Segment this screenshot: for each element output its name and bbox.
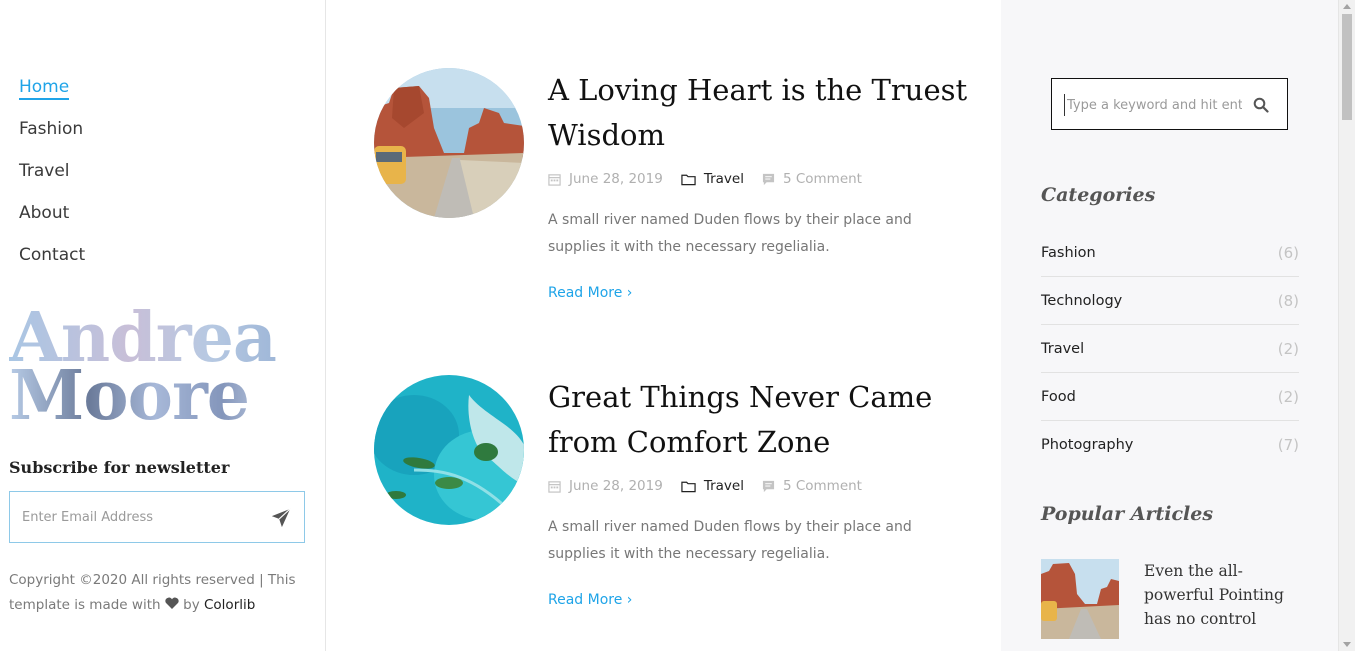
calendar-icon xyxy=(548,480,561,493)
scroll-up-arrow-icon[interactable] xyxy=(1343,4,1351,9)
post-body: Great Things Never Came from Comfort Zon… xyxy=(548,375,968,608)
main-nav: Home Fashion Travel About Contact xyxy=(19,74,85,284)
category-item[interactable]: Travel (2) xyxy=(1041,325,1299,373)
post-category-text: Travel xyxy=(703,478,744,494)
post-date-text: June 28, 2019 xyxy=(569,171,663,187)
comment-icon xyxy=(762,480,775,492)
nav-item-home[interactable]: Home xyxy=(19,74,85,116)
site-logo[interactable]: Andrea Moore xyxy=(9,304,277,430)
category-item[interactable]: Fashion (6) xyxy=(1041,229,1299,277)
category-name: Fashion xyxy=(1041,244,1096,261)
scroll-thumb[interactable] xyxy=(1342,14,1352,120)
scroll-down-arrow-icon[interactable] xyxy=(1343,642,1351,647)
comment-icon xyxy=(762,173,775,185)
nav-item-about[interactable]: About xyxy=(19,200,85,242)
post-date-text: June 28, 2019 xyxy=(569,478,663,494)
post-comments-text: 5 Comment xyxy=(782,478,862,494)
post-title[interactable]: A Loving Heart is the Truest Wisdom xyxy=(548,68,968,158)
category-count: (8) xyxy=(1277,291,1299,310)
category-count: (7) xyxy=(1277,436,1299,454)
search-icon[interactable] xyxy=(1253,97,1269,113)
post-image[interactable] xyxy=(374,375,524,525)
category-name: Travel xyxy=(1041,340,1085,357)
categories-list: Fashion (6) Technology (8) Travel (2) Food (… xyxy=(1041,229,1299,469)
category-count: (2) xyxy=(1277,339,1299,358)
copyright-by: by xyxy=(183,597,200,613)
post-date: June 28, 2019 xyxy=(548,171,663,187)
colorlib-link[interactable]: Colorlib xyxy=(204,597,255,613)
read-more-link[interactable]: Read More › xyxy=(548,285,632,301)
subscribe-title: Subscribe for newsletter xyxy=(9,458,230,477)
category-name: Technology xyxy=(1041,292,1123,309)
category-count: (6) xyxy=(1277,243,1299,262)
chevron-right-icon: › xyxy=(626,285,633,301)
search-input[interactable] xyxy=(1064,94,1242,116)
category-name: Photography xyxy=(1041,437,1134,453)
nav-item-contact[interactable]: Contact xyxy=(19,242,85,284)
post-image[interactable] xyxy=(374,68,524,218)
popular-article-image[interactable] xyxy=(1041,559,1119,639)
read-more-link[interactable]: Read More › xyxy=(548,592,632,608)
left-sidebar: Home Fashion Travel About Contact Andrea… xyxy=(0,0,326,651)
post-category-text: Travel xyxy=(703,171,744,187)
main-content: A Loving Heart is the Truest Wisdom June… xyxy=(327,0,1001,651)
post-category[interactable]: Travel xyxy=(681,171,744,187)
logo-line-2: Moore xyxy=(9,362,276,430)
post-comments-text: 5 Comment xyxy=(782,171,862,187)
category-item[interactable]: Photography (7) xyxy=(1041,421,1299,469)
calendar-icon xyxy=(548,173,561,186)
read-more-label: Read More xyxy=(548,592,623,608)
paper-plane-icon[interactable] xyxy=(270,507,292,529)
email-field[interactable] xyxy=(22,506,252,528)
post-meta: June 28, 2019 Travel 5 Comment xyxy=(548,475,968,497)
post-comments[interactable]: 5 Comment xyxy=(762,171,862,187)
page-scrollbar[interactable] xyxy=(1338,0,1355,651)
search-form xyxy=(1051,78,1288,130)
category-item[interactable]: Food (2) xyxy=(1041,373,1299,421)
category-count: (2) xyxy=(1277,387,1299,406)
categories-heading: Categories xyxy=(1041,184,1156,206)
post-date: June 28, 2019 xyxy=(548,478,663,494)
subscribe-form xyxy=(9,491,305,543)
category-item[interactable]: Technology (8) xyxy=(1041,277,1299,325)
right-sidebar: Categories Fashion (6) Technology (8) Trav… xyxy=(1001,0,1338,651)
category-name: Food xyxy=(1041,388,1076,405)
heart-icon xyxy=(165,593,179,618)
read-more-label: Read More xyxy=(548,285,623,301)
post-title[interactable]: Great Things Never Came from Comfort Zon… xyxy=(548,375,968,465)
post-excerpt: A small river named Duden flows by their… xyxy=(548,212,912,255)
folder-icon xyxy=(681,481,696,492)
copyright: Copyright ©2020 All rights reserved | Th… xyxy=(9,568,309,618)
chevron-right-icon: › xyxy=(626,592,633,608)
post-meta: June 28, 2019 Travel 5 Comment xyxy=(548,168,968,190)
folder-icon xyxy=(681,174,696,185)
popular-article-title[interactable]: Even the all-powerful Pointing has no co… xyxy=(1144,559,1294,631)
post-body: A Loving Heart is the Truest Wisdom June… xyxy=(548,68,968,301)
post-excerpt: A small river named Duden flows by their… xyxy=(548,519,912,562)
post-category[interactable]: Travel xyxy=(681,478,744,494)
nav-item-fashion[interactable]: Fashion xyxy=(19,116,85,158)
popular-article[interactable]: Even the all-powerful Pointing has no co… xyxy=(1041,559,1299,651)
nav-item-travel[interactable]: Travel xyxy=(19,158,85,200)
popular-articles-heading: Popular Articles xyxy=(1041,503,1214,525)
post-comments[interactable]: 5 Comment xyxy=(762,478,862,494)
